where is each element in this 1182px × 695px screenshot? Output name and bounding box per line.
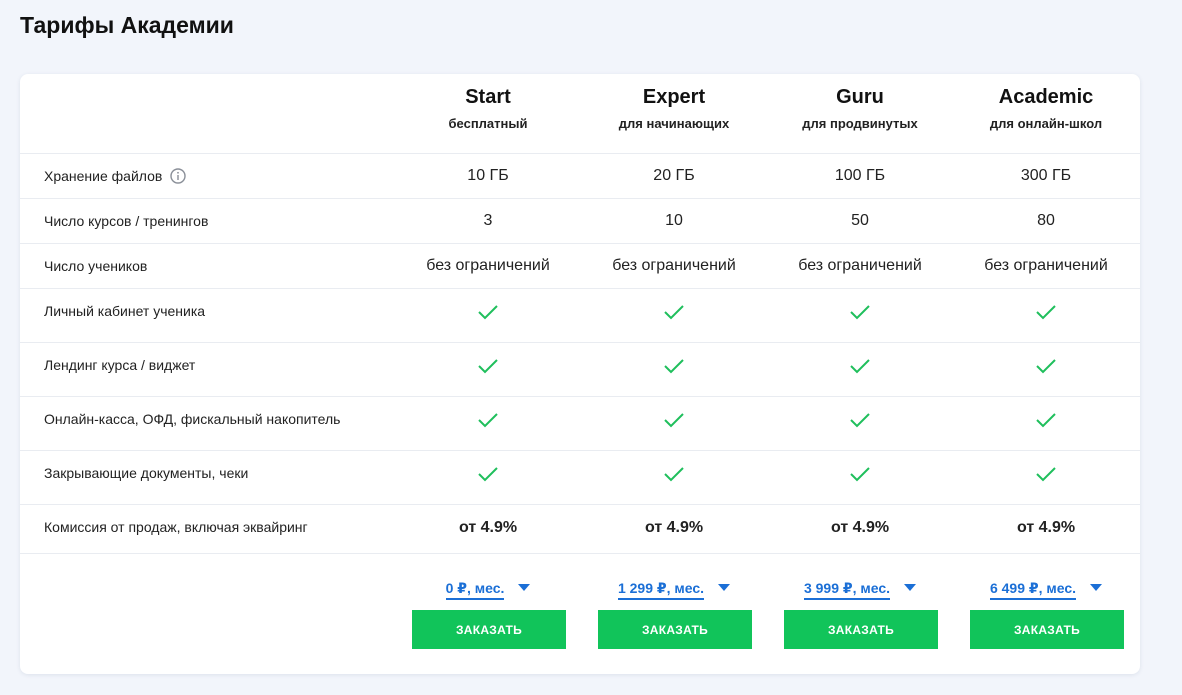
feature-value: 20 ГБ <box>653 167 695 184</box>
feature-row-storage: Хранение файлов 10 ГБ 20 ГБ 100 ГБ 300 Г… <box>20 153 1140 199</box>
feature-value: 80 <box>1037 212 1055 229</box>
check-icon <box>395 358 581 379</box>
feature-label: Личный кабинет ученика <box>44 303 206 319</box>
feature-row-cashbox: Онлайн-касса, ОФД, фискальный накопитель <box>20 396 1140 451</box>
plan-subtitle-guru: для продвинутых <box>802 116 918 131</box>
feature-label: Закрывающие документы, чеки <box>44 465 249 481</box>
check-icon <box>395 304 581 325</box>
feature-label: Число учеников <box>44 258 148 274</box>
plan-name-guru: Guru <box>836 86 884 108</box>
feature-label: Хранение файлов <box>44 168 163 184</box>
feature-value: 10 ГБ <box>467 167 509 184</box>
order-button-academic[interactable]: ЗАКАЗАТЬ <box>970 610 1124 649</box>
check-icon <box>395 412 581 433</box>
order-button-expert[interactable]: ЗАКАЗАТЬ <box>598 610 752 649</box>
price-selector-start[interactable]: 0 ₽, мес. <box>395 580 581 600</box>
info-circle-icon[interactable] <box>170 168 187 184</box>
check-icon <box>767 304 953 325</box>
price-link[interactable]: 6 499 ₽, мес. <box>989 580 1077 600</box>
plan-name-expert: Expert <box>642 86 706 108</box>
plan-subtitle-expert: для начинающих <box>618 116 730 131</box>
check-icon <box>953 304 1139 325</box>
check-icon <box>581 466 767 487</box>
feature-value: без ограничений <box>426 257 550 274</box>
plan-subtitle-start: бесплатный <box>448 116 528 131</box>
chevron-down-icon[interactable] <box>904 583 917 591</box>
feature-row-landing: Лендинг курса / виджет <box>20 342 1140 397</box>
feature-label: Комиссия от продаж, включая эквайринг <box>44 519 308 535</box>
feature-row-commission: Комиссия от продаж, включая эквайринг от… <box>20 504 1140 554</box>
plan-name-academic: Academic <box>998 86 1094 108</box>
feature-row-students: Число учеников без ограничений без огран… <box>20 243 1140 289</box>
feature-row-courses: Число курсов / тренингов 3 10 50 80 <box>20 198 1140 244</box>
feature-label: Число курсов / тренингов <box>44 213 209 229</box>
commission-value: от 4.9% <box>458 519 518 536</box>
page-title: Тарифы Академии <box>20 12 234 38</box>
feature-value: 3 <box>483 212 493 229</box>
feature-row-student-cabinet: Личный кабинет ученика <box>20 288 1140 343</box>
check-icon <box>953 412 1139 433</box>
feature-value: без ограничений <box>612 257 736 274</box>
feature-value: 10 <box>665 212 683 229</box>
feature-label: Онлайн-касса, ОФД, фискальный накопитель <box>44 411 341 427</box>
feature-value: без ограничений <box>984 257 1108 274</box>
check-icon <box>767 412 953 433</box>
check-icon <box>581 304 767 325</box>
feature-value: 50 <box>851 212 869 229</box>
check-icon <box>395 466 581 487</box>
chevron-down-icon[interactable] <box>518 583 531 591</box>
order-button-guru[interactable]: ЗАКАЗАТЬ <box>784 610 938 649</box>
check-icon <box>767 466 953 487</box>
price-selector-expert[interactable]: 1 299 ₽, мес. <box>581 580 767 600</box>
price-link[interactable]: 1 299 ₽, мес. <box>617 580 705 600</box>
check-icon <box>953 358 1139 379</box>
commission-value: от 4.9% <box>830 519 890 536</box>
feature-value: без ограничений <box>798 257 922 274</box>
price-selector-academic[interactable]: 6 499 ₽, мес. <box>953 580 1139 600</box>
footer-divider <box>20 553 1140 554</box>
check-icon <box>953 466 1139 487</box>
feature-row-documents: Закрывающие документы, чеки <box>20 450 1140 505</box>
chevron-down-icon[interactable] <box>1090 583 1103 591</box>
plan-subtitle-academic: для онлайн-школ <box>989 116 1103 131</box>
order-button-start[interactable]: ЗАКАЗАТЬ <box>412 610 566 649</box>
check-icon <box>581 358 767 379</box>
feature-label: Лендинг курса / виджет <box>44 357 196 373</box>
chevron-down-icon[interactable] <box>718 583 731 591</box>
plan-name-start: Start <box>465 86 511 108</box>
plans-header-row: Start бесплатный Expert для начинающих G… <box>20 74 1140 154</box>
pricing-table: Start бесплатный Expert для начинающих G… <box>20 74 1140 674</box>
price-link[interactable]: 3 999 ₽, мес. <box>803 580 891 600</box>
price-link[interactable]: 0 ₽, мес. <box>445 580 505 600</box>
commission-value: от 4.9% <box>1016 519 1076 536</box>
feature-value: 300 ГБ <box>1020 167 1072 184</box>
check-icon <box>581 412 767 433</box>
commission-value: от 4.9% <box>644 519 704 536</box>
price-selector-guru[interactable]: 3 999 ₽, мес. <box>767 580 953 600</box>
feature-value: 100 ГБ <box>834 167 886 184</box>
check-icon <box>767 358 953 379</box>
